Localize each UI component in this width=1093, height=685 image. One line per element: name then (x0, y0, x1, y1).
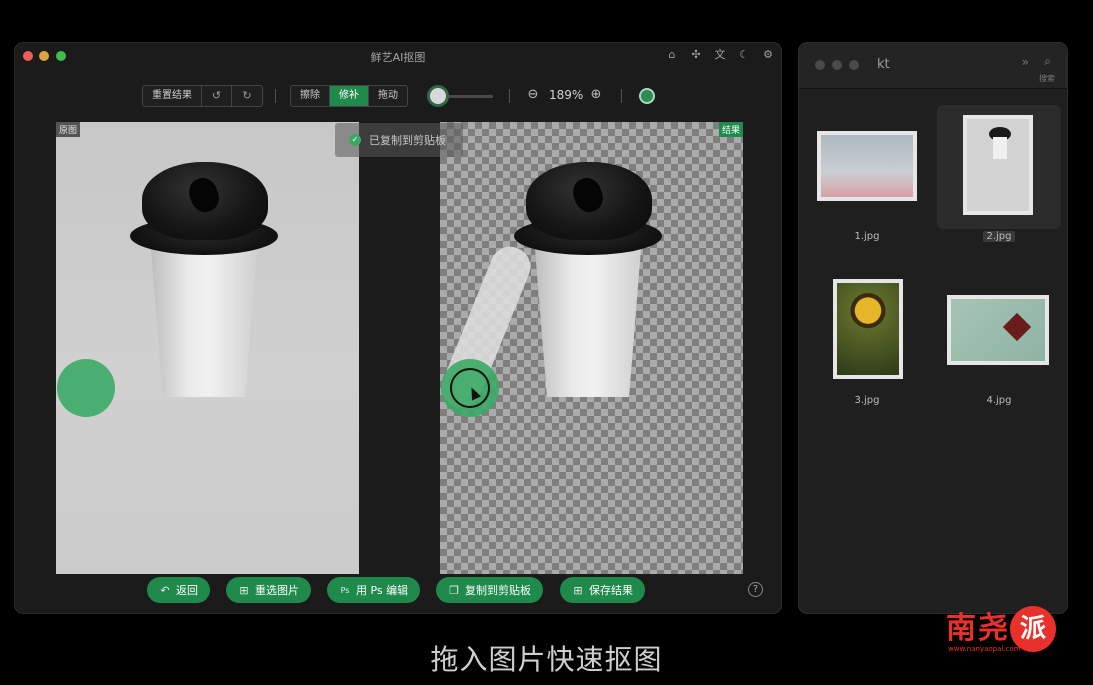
mode-drag-button[interactable]: 拖动 (369, 86, 407, 106)
titlebar-icons: ⌂ ✣ 文 ☾ ⚙ (665, 48, 775, 62)
file-name: 4.jpg (986, 395, 1012, 406)
brush-size-slider-thumb[interactable] (430, 88, 447, 104)
copied-toast: ✓ 已复制到剪贴板 (335, 123, 463, 157)
back-button[interactable]: ↶ 返回 (147, 577, 210, 603)
file-item-1[interactable] (805, 105, 929, 229)
file-item-4[interactable] (937, 265, 1061, 389)
file-name-label: 2.jpg (983, 231, 1015, 242)
cup-lid-top (526, 162, 652, 240)
cup-body (150, 237, 258, 397)
moon-icon[interactable]: ☾ (737, 48, 751, 62)
action-bar: ↶ 返回 ⊞ 重选图片 Ps 用 Ps 编辑 ❐ 复制到剪贴板 ⊞ 保存结果 ? (15, 577, 781, 603)
original-tag: 原图 (56, 122, 81, 137)
file-item-3[interactable] (805, 265, 929, 389)
check-icon: ✓ (349, 134, 361, 146)
file-item-2[interactable] (937, 105, 1061, 229)
logo-char: 南 (946, 611, 976, 646)
translate-icon[interactable]: 文 (713, 48, 727, 62)
back-icon: ↶ (160, 583, 170, 597)
finder-title: kt (877, 57, 890, 72)
main-window: 鲜艺AI抠图 ⌂ ✣ 文 ☾ ⚙ 重置结果 ↺ ↻ 擦除 修补 拖动 ⊖ 189… (14, 42, 782, 614)
thumbnail-leaf (947, 295, 1049, 365)
brush-cursor-original (57, 359, 115, 417)
reset-result-button[interactable]: 重置结果 (143, 86, 202, 106)
zoom-window-button[interactable] (849, 60, 859, 70)
search-label: 搜索 (1039, 74, 1055, 83)
titlebar: 鲜艺AI抠图 ⌂ ✣ 文 ☾ ⚙ (15, 43, 781, 69)
video-caption: 拖入图片快速抠图 (430, 643, 663, 676)
mode-repair-button[interactable]: 修补 (330, 86, 369, 106)
puzzle-icon[interactable]: ✣ (689, 48, 703, 62)
result-tag: 结果 (718, 122, 743, 137)
finder-header: kt » ⌕ 搜索 (799, 43, 1067, 89)
brush-cursor-result[interactable] (441, 359, 499, 417)
cup-lid-opening (185, 174, 223, 216)
brush-preview-button[interactable] (639, 88, 655, 104)
edit-in-ps-button[interactable]: Ps 用 Ps 编辑 (327, 577, 421, 603)
reselect-label: 重选图片 (255, 584, 299, 597)
finder-window: kt » ⌕ 搜索 1.jpg 2.jpg 3.jpg 4.jpg (798, 42, 1068, 614)
mode-erase-button[interactable]: 擦除 (291, 86, 330, 106)
zoom-level: 189% (549, 88, 584, 102)
search-icon[interactable]: ⌕ (1044, 54, 1051, 69)
edit-in-ps-label: 用 Ps 编辑 (356, 584, 409, 597)
chevron-double-right-icon[interactable]: » (1022, 55, 1029, 69)
cup-body (534, 237, 642, 397)
original-image-panel[interactable]: 原图 (56, 122, 359, 574)
save-image-icon: ⊞ (573, 583, 583, 597)
result-image-panel[interactable]: 结果 (440, 122, 743, 574)
mode-group: 擦除 修补 拖动 (290, 85, 408, 107)
undo-icon[interactable]: ↺ (202, 86, 232, 106)
toolbar: 重置结果 ↺ ↻ 擦除 修补 拖动 ⊖ 189% ⊕ (15, 85, 781, 107)
help-icon[interactable]: ? (748, 582, 763, 597)
copy-label: 复制到剪贴板 (465, 584, 531, 597)
home-icon[interactable]: ⌂ (665, 48, 679, 62)
cup-image (130, 162, 280, 402)
image-add-icon: ⊞ (239, 583, 249, 597)
gear-icon[interactable]: ⚙ (761, 48, 775, 62)
save-label: 保存结果 (589, 584, 633, 597)
copy-icon: ❐ (449, 583, 459, 597)
thumbnail-sunflower (833, 279, 903, 379)
logo-char: 尧 (978, 611, 1008, 646)
thumbnail-yoga (817, 131, 917, 201)
watermark-url: www.nanyaopai.com (948, 645, 1021, 653)
reselect-image-button[interactable]: ⊞ 重选图片 (226, 577, 311, 603)
minimize-window-button[interactable] (832, 60, 842, 70)
back-label: 返回 (176, 584, 198, 597)
zoom-in-icon[interactable]: ⊕ (588, 87, 604, 103)
divider (275, 89, 276, 103)
save-result-button[interactable]: ⊞ 保存结果 (560, 577, 645, 603)
photoshop-icon: Ps (340, 585, 350, 595)
copy-to-clipboard-button[interactable]: ❐ 复制到剪贴板 (436, 577, 543, 603)
file-name-selected: 2.jpg (937, 231, 1061, 242)
divider (509, 89, 510, 103)
zoom-out-icon[interactable]: ⊖ (525, 87, 541, 103)
cup-lid-top (142, 162, 268, 240)
cup-cutout (514, 162, 664, 402)
file-name: 3.jpg (854, 395, 880, 406)
thumbnail-cup (963, 115, 1033, 215)
cup-lid-opening (569, 174, 607, 216)
toast-text: 已复制到剪贴板 (369, 134, 446, 147)
divider (621, 89, 622, 103)
file-name: 1.jpg (854, 231, 880, 242)
history-group: 重置结果 ↺ ↻ (142, 85, 263, 107)
close-window-button[interactable] (815, 60, 825, 70)
redo-icon[interactable]: ↻ (232, 86, 262, 106)
